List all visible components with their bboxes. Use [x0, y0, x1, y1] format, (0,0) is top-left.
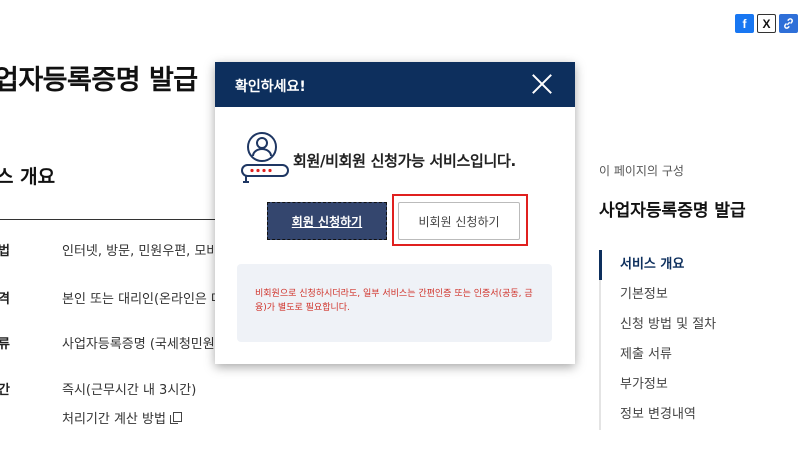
notice-text: 비회원으로 신청하시더라도, 일부 서비스는 간편인증 또는 인증서(공동, 금… — [255, 289, 533, 313]
toc-item-basic-info[interactable]: 기본정보 — [601, 280, 800, 310]
section-title: 스 개요 — [0, 166, 56, 188]
calc-link-label: 처리기간 계산 방법 — [62, 412, 166, 427]
toc-item-additional-info[interactable]: 부가정보 — [601, 370, 800, 400]
processing-period-calc-link[interactable]: 처리기간 계산 방법 — [62, 408, 182, 427]
member-apply-button[interactable]: 회원 신청하기 — [267, 202, 387, 240]
share-bar: f X — [735, 14, 798, 33]
nonmember-apply-button[interactable]: 비회원 신청하기 — [398, 202, 520, 240]
row-label-eligibility: 격 — [0, 292, 10, 307]
toc-item-application-procedure[interactable]: 신청 방법 및 절차 — [601, 310, 800, 340]
link-copy-icon[interactable] — [779, 14, 798, 33]
confirm-modal: 확인하세요! 회원/비회원 신청가능 서비스입니다. 회원 신청하기 비회원 신… — [215, 62, 575, 364]
toc-item-required-documents[interactable]: 제출 서류 — [601, 340, 800, 370]
row-value-method: 인터넷, 방문, 민원우편, 모바일 — [62, 244, 231, 259]
modal-header: 확인하세요! — [215, 62, 575, 107]
x-twitter-icon[interactable]: X — [757, 14, 776, 33]
page-title: 업자등록증명 발급 — [0, 65, 198, 96]
row-value-period: 즉시(근무시간 내 3시간) — [62, 383, 197, 398]
row-value-documents: 사업자등록증명 (국세청민원사 — [62, 337, 227, 352]
toc-item-service-overview[interactable]: 서비스 개요 — [599, 250, 800, 280]
row-value-eligibility: 본인 또는 대리인(온라인은 대리 — [62, 292, 235, 307]
modal-message: 회원/비회원 신청가능 서비스입니다. — [293, 152, 516, 170]
toc-caption: 이 페이지의 구성 — [599, 164, 684, 178]
close-icon[interactable] — [531, 73, 553, 95]
facebook-icon[interactable]: f — [735, 14, 754, 33]
row-label-method: 법 — [0, 244, 10, 259]
user-login-icon — [241, 132, 289, 183]
toc-item-change-history[interactable]: 정보 변경내역 — [601, 400, 800, 430]
toc-title: 사업자등록증명 발급 — [599, 201, 746, 221]
copy-icon — [169, 412, 182, 424]
chain-link-icon — [784, 18, 793, 29]
modal-title: 확인하세요! — [235, 79, 306, 95]
notice-box: 비회원으로 신청하시더라도, 일부 서비스는 간편인증 또는 인증서(공동, 금… — [237, 264, 552, 342]
section-divider — [0, 219, 215, 220]
toc-list: 서비스 개요 기본정보 신청 방법 및 절차 제출 서류 부가정보 정보 변경내… — [599, 250, 800, 430]
row-label-period: 간 — [0, 383, 10, 398]
row-label-documents: 류 — [0, 337, 10, 352]
